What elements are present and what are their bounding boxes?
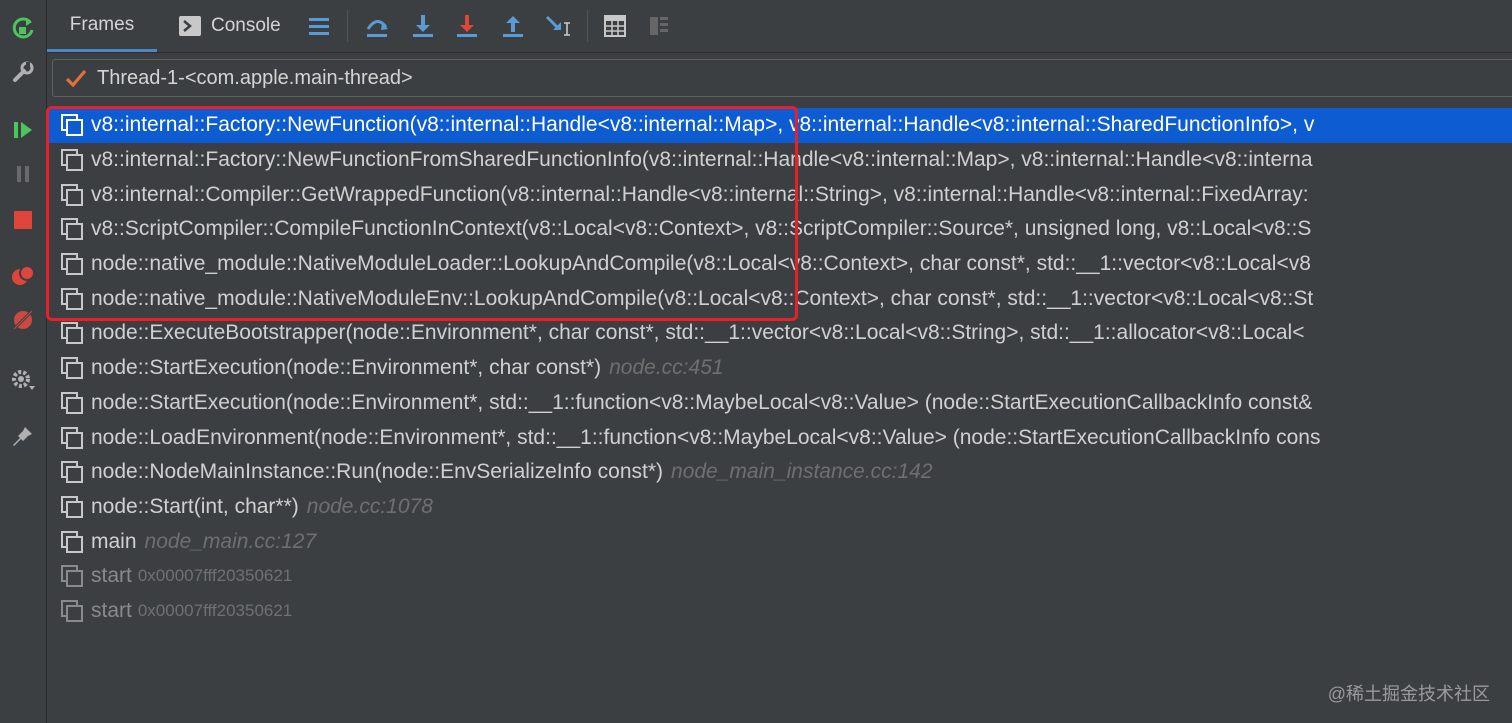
mute-breakpoints-icon[interactable] (9, 306, 37, 334)
stack-frame-row[interactable]: node::Start(int, char**) node.cc:1078 (47, 490, 1512, 525)
stop-icon[interactable] (9, 206, 37, 234)
checkmark-icon (65, 68, 87, 88)
stack-frame-row[interactable]: start 0x00007fff20350621 (47, 594, 1512, 629)
tab-console[interactable]: Console (179, 0, 289, 52)
stack-frame-row[interactable]: node::ExecuteBootstrapper(node::Environm… (47, 316, 1512, 351)
stack-frame-row[interactable]: node::LoadEnvironment(node::Environment*… (47, 420, 1512, 455)
tab-console-label: Console (211, 15, 281, 36)
frame-name: start (91, 598, 132, 622)
frame-name: start (91, 564, 132, 588)
thread-label: Thread-1-<com.apple.main-thread> (97, 66, 413, 89)
stack-frame-icon (61, 357, 83, 380)
stack-frame-row[interactable]: node::StartExecution(node::Environment*,… (47, 386, 1512, 421)
watermark: @稀土掘金技术社区 (1327, 684, 1490, 704)
stack-frame-icon (61, 322, 83, 345)
console-icon (179, 16, 201, 36)
trace-current-stream-icon[interactable] (645, 12, 673, 40)
stack-frame-row[interactable]: main node_main.cc:127 (47, 524, 1512, 559)
tab-frames-label: Frames (69, 13, 135, 35)
stack-frame-icon (61, 530, 83, 553)
rerun-icon[interactable] (9, 14, 37, 42)
view-breakpoints-icon[interactable] (9, 262, 37, 290)
step-into-icon[interactable] (409, 12, 437, 40)
stack-frame-row[interactable]: node::StartExecution(node::Environment*,… (47, 351, 1512, 386)
frame-name: node::LoadEnvironment(node::Environment*… (91, 425, 1321, 449)
frame-name: node::NodeMainInstance::Run(node::EnvSer… (91, 460, 664, 484)
frame-name: node::StartExecution(node::Environment*,… (91, 390, 1313, 414)
pause-program-icon[interactable] (9, 160, 37, 188)
frame-address: 0x00007fff20350621 (137, 566, 293, 586)
frame-name: node::StartExecution(node::Environment*,… (91, 356, 602, 380)
debug-side-toolbar (0, 0, 47, 723)
stack-frame-icon (61, 495, 83, 518)
force-step-into-icon[interactable] (453, 12, 481, 40)
debugger-toolbar: Frames Console (47, 0, 1512, 53)
stack-frame-row[interactable]: start 0x00007fff20350621 (47, 559, 1512, 594)
stack-frame-icon (61, 426, 83, 449)
frame-name: main (91, 529, 137, 553)
thread-selector[interactable]: Thread-1-<com.apple.main-thread> (52, 59, 1512, 97)
highlight-annotation (46, 106, 798, 321)
stack-frame-row[interactable]: node::NodeMainInstance::Run(node::EnvSer… (47, 455, 1512, 490)
evaluate-expression-icon[interactable] (601, 12, 629, 40)
frame-address: 0x00007fff20350621 (137, 600, 293, 620)
stack-frame-icon (61, 599, 83, 622)
stack-frame-icon (61, 565, 83, 588)
step-over-icon[interactable] (363, 12, 391, 40)
stack-frame-icon (61, 391, 83, 414)
frame-location: node.cc:451 (609, 356, 724, 380)
toolbar-separator (347, 10, 348, 42)
pin-icon[interactable] (9, 422, 37, 450)
resume-program-icon[interactable] (9, 116, 37, 144)
frame-location: node_main.cc:127 (144, 529, 317, 553)
toolbar-separator (587, 10, 588, 42)
wrench-icon[interactable] (9, 58, 37, 86)
frame-name: node::ExecuteBootstrapper(node::Environm… (91, 321, 1305, 345)
stack-frame-icon (61, 461, 83, 484)
settings-gear-icon[interactable] (9, 366, 37, 394)
frame-name: node::Start(int, char**) (91, 494, 299, 518)
frame-location: node.cc:1078 (306, 494, 433, 518)
tab-frames[interactable]: Frames (47, 0, 157, 52)
frame-location: node_main_instance.cc:142 (671, 460, 933, 484)
run-to-cursor-icon[interactable] (545, 12, 573, 40)
layout-menu-icon[interactable] (305, 12, 333, 40)
step-out-icon[interactable] (499, 12, 527, 40)
